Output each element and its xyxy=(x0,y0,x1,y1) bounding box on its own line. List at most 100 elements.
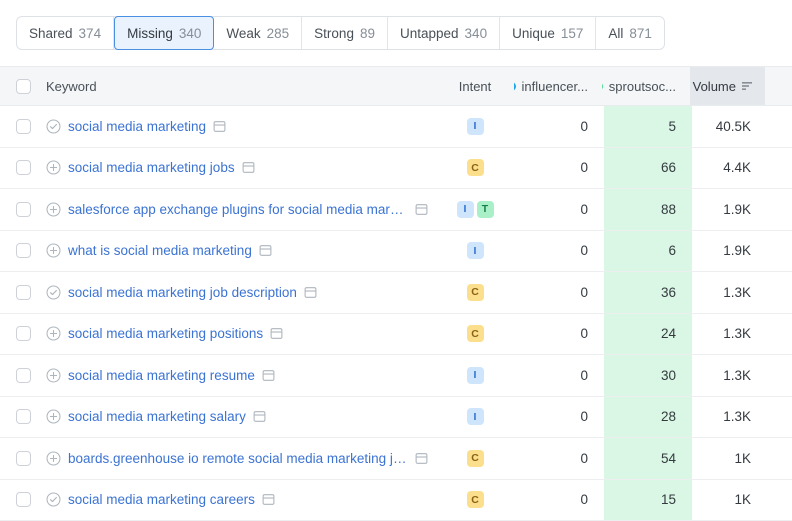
tab-count: 285 xyxy=(267,26,290,41)
table-row[interactable]: boards.greenhouse io remote social media… xyxy=(0,438,792,480)
keyword-link[interactable]: social media marketing jobs xyxy=(68,160,235,175)
volume-value: 4.4K xyxy=(690,160,765,175)
header-volume-cell[interactable]: Volume xyxy=(690,67,765,105)
plus-circle-icon[interactable] xyxy=(46,409,61,424)
sort-descending-icon[interactable] xyxy=(741,80,753,92)
header-competitor1-cell[interactable]: influencer... xyxy=(514,79,602,94)
serp-features-icon[interactable] xyxy=(253,410,266,423)
table-row[interactable]: social media marketing job description C 0… xyxy=(0,272,792,314)
table-row[interactable]: social media marketing positionsC0241.3K xyxy=(0,314,792,356)
row-select-cell xyxy=(0,160,46,175)
select-all-cell xyxy=(0,79,46,94)
keyword-link[interactable]: social media marketing resume xyxy=(68,368,255,383)
plus-circle-icon[interactable] xyxy=(46,202,61,217)
keyword-link[interactable]: what is social media marketing xyxy=(68,243,252,258)
row-checkbox[interactable] xyxy=(16,409,31,424)
row-checkbox[interactable] xyxy=(16,368,31,383)
competitor1-value: 0 xyxy=(514,160,602,175)
row-checkbox[interactable] xyxy=(16,326,31,341)
serp-features-icon[interactable] xyxy=(262,493,275,506)
tab-count: 340 xyxy=(465,26,488,41)
row-checkbox[interactable] xyxy=(16,243,31,258)
intent-badge-t[interactable]: T xyxy=(477,201,494,218)
tab-all[interactable]: All871 xyxy=(596,17,664,49)
serp-features-icon[interactable] xyxy=(213,120,226,133)
row-checkbox[interactable] xyxy=(16,492,31,507)
competitor1-color-dot xyxy=(514,82,516,91)
tab-label: Weak xyxy=(226,26,260,41)
keyword-cell: social media marketing resume xyxy=(46,368,436,383)
plus-circle-icon[interactable] xyxy=(46,160,61,175)
intent-badge-c[interactable]: C xyxy=(467,491,484,508)
serp-features-icon[interactable] xyxy=(415,452,428,465)
competitor2-value: 88 xyxy=(602,202,690,217)
row-checkbox[interactable] xyxy=(16,285,31,300)
table-row[interactable]: social media marketingI0540.5K xyxy=(0,106,792,148)
competitor1-value: 0 xyxy=(514,326,602,341)
plus-circle-icon[interactable] xyxy=(46,451,61,466)
header-competitor2-cell[interactable]: sproutsoc... xyxy=(602,79,690,94)
intent-badge-c[interactable]: C xyxy=(467,325,484,342)
table-row[interactable]: social media marketing resumeI0301.3K xyxy=(0,355,792,397)
tab-shared[interactable]: Shared374 xyxy=(17,17,114,49)
row-checkbox[interactable] xyxy=(16,451,31,466)
header-keyword-cell[interactable]: Keyword xyxy=(46,79,436,94)
intent-badge-i[interactable]: I xyxy=(467,118,484,135)
intent-badge-i[interactable]: I xyxy=(457,201,474,218)
intent-badge-i[interactable]: I xyxy=(467,367,484,384)
intent-cell: C xyxy=(436,491,514,508)
intent-badge-c[interactable]: C xyxy=(467,284,484,301)
table-row[interactable]: what is social media marketingI061.9K xyxy=(0,231,792,273)
keyword-link[interactable]: social media marketing salary xyxy=(68,409,246,424)
intent-badge-i[interactable]: I xyxy=(467,408,484,425)
check-circle-icon[interactable] xyxy=(46,119,61,134)
intent-badge-c[interactable]: C xyxy=(467,159,484,176)
row-checkbox[interactable] xyxy=(16,119,31,134)
serp-features-icon[interactable] xyxy=(242,161,255,174)
volume-value: 1.3K xyxy=(690,409,765,424)
keyword-link[interactable]: social media marketing positions xyxy=(68,326,263,341)
row-checkbox[interactable] xyxy=(16,160,31,175)
select-all-checkbox[interactable] xyxy=(16,79,31,94)
row-checkbox[interactable] xyxy=(16,202,31,217)
keyword-link[interactable]: boards.greenhouse io remote social media… xyxy=(68,451,408,466)
check-circle-icon[interactable] xyxy=(46,285,61,300)
keyword-cell: boards.greenhouse io remote social media… xyxy=(46,451,436,466)
check-circle-icon[interactable] xyxy=(46,492,61,507)
table-row[interactable]: salesforce app exchange plugins for soci… xyxy=(0,189,792,231)
competitor1-value: 0 xyxy=(514,285,602,300)
plus-circle-icon[interactable] xyxy=(46,326,61,341)
plus-circle-icon[interactable] xyxy=(46,243,61,258)
intent-cell: I xyxy=(436,118,514,135)
keyword-link[interactable]: social media marketing careers xyxy=(68,492,255,507)
intent-badge-i[interactable]: I xyxy=(467,242,484,259)
row-select-cell xyxy=(0,326,46,341)
tab-strong[interactable]: Strong89 xyxy=(302,17,388,49)
serp-features-icon[interactable] xyxy=(415,203,428,216)
serp-features-icon[interactable] xyxy=(304,286,317,299)
serp-features-icon[interactable] xyxy=(270,327,283,340)
volume-value: 1K xyxy=(690,451,765,466)
keyword-cell: social media marketing jobs xyxy=(46,160,436,175)
table-row[interactable]: social media marketing jobsC0664.4K xyxy=(0,148,792,190)
tab-weak[interactable]: Weak 285 xyxy=(214,17,302,49)
serp-features-icon[interactable] xyxy=(259,244,272,257)
keyword-link[interactable]: salesforce app exchange plugins for soci… xyxy=(68,202,408,217)
tab-untapped[interactable]: Untapped 340 xyxy=(388,17,500,49)
keyword-link[interactable]: social media marketing job description xyxy=(68,285,297,300)
keyword-link[interactable]: social media marketing xyxy=(68,119,206,134)
tab-unique[interactable]: Unique157 xyxy=(500,17,596,49)
header-intent-label: Intent xyxy=(459,79,492,94)
table-row[interactable]: social media marketing careersC0151K xyxy=(0,480,792,521)
keyword-cell: social media marketing salary xyxy=(46,409,436,424)
header-intent-cell[interactable]: Intent xyxy=(436,79,514,94)
tab-label: Missing xyxy=(127,26,173,41)
competitor1-value: 0 xyxy=(514,119,602,134)
intent-badge-c[interactable]: C xyxy=(467,450,484,467)
table-header-row: Keyword Intent influencer... sproutsoc..… xyxy=(0,66,792,106)
plus-circle-icon[interactable] xyxy=(46,368,61,383)
serp-features-icon[interactable] xyxy=(262,369,275,382)
tab-label: Untapped xyxy=(400,26,459,41)
tab-missing[interactable]: Missing340 xyxy=(114,16,214,50)
table-row[interactable]: social media marketing salaryI0281.3K xyxy=(0,397,792,439)
